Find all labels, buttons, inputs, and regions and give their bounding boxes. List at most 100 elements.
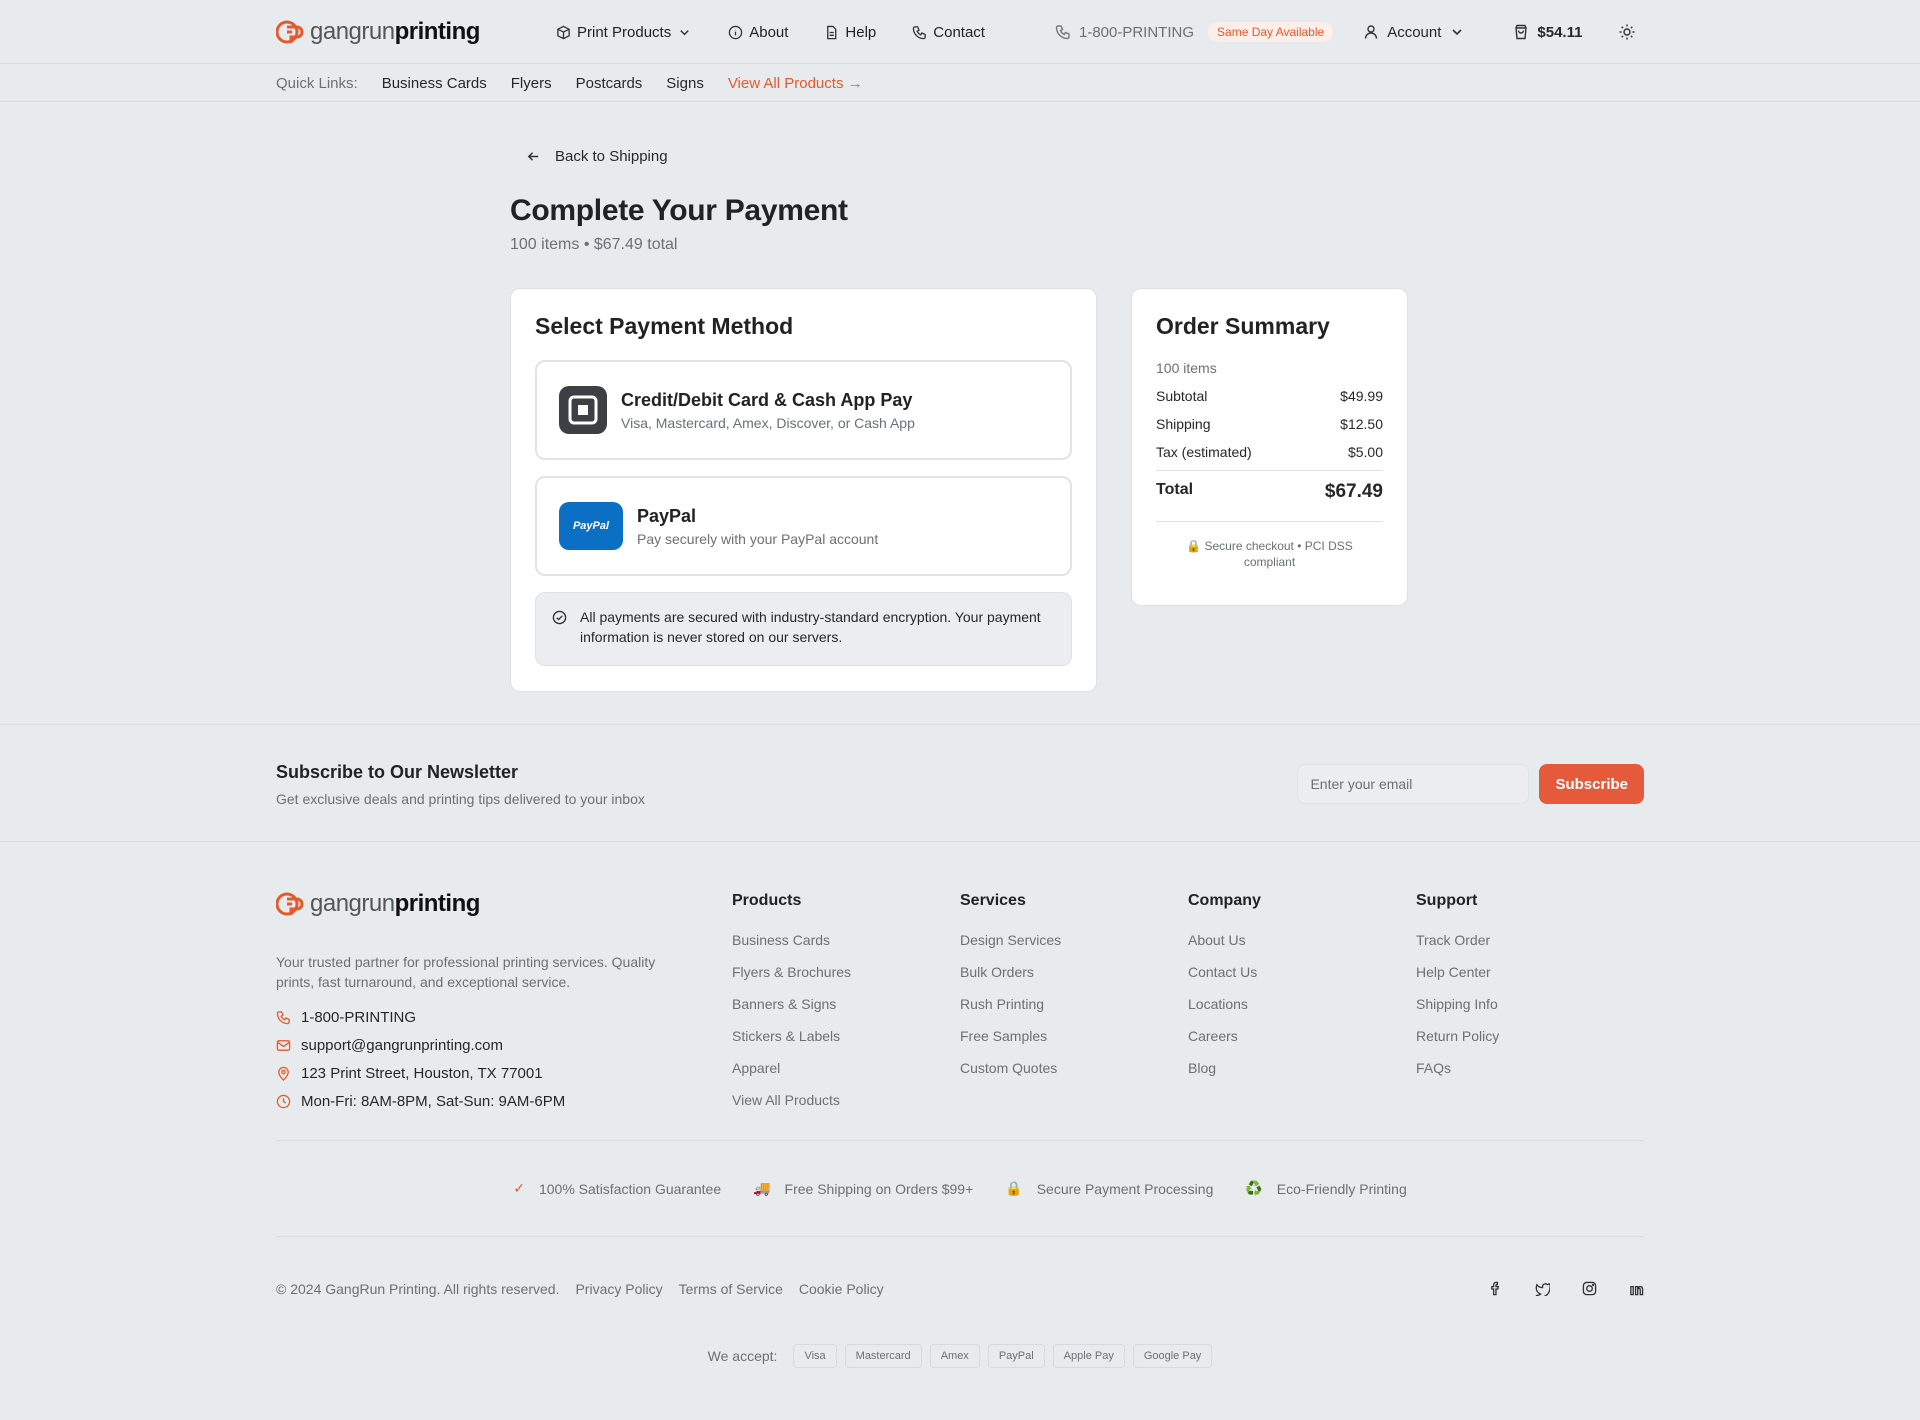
payment-chip: Amex xyxy=(929,1344,980,1368)
contact-phone[interactable]: 1-800-PRINTING xyxy=(276,1008,732,1026)
footer-link[interactable]: Careers xyxy=(1188,1028,1416,1060)
nav-label: Print Products xyxy=(577,23,672,41)
footer-link[interactable]: Business Cards xyxy=(732,932,960,964)
cart-button[interactable]: $54.11 xyxy=(1513,24,1582,41)
footer-col-title: Company xyxy=(1188,892,1261,909)
row-label: Subtotal xyxy=(1156,388,1208,404)
cookie-policy-link[interactable]: Cookie Policy xyxy=(799,1281,884,1297)
facebook-icon[interactable] xyxy=(1488,1281,1503,1296)
footer-link[interactable]: About Us xyxy=(1188,932,1416,964)
order-summary-title: Order Summary xyxy=(1156,313,1330,339)
payment-option-paypal[interactable]: PayPal PayPal Pay securely with your Pay… xyxy=(535,476,1072,576)
clock-icon xyxy=(276,1094,291,1108)
subscribe-button[interactable]: Subscribe xyxy=(1539,764,1644,804)
security-note-text: All payments are secured with industry-s… xyxy=(580,609,1041,645)
main-nav: Print Products About Help Contact xyxy=(556,24,985,41)
footer-link[interactable]: Rush Printing xyxy=(960,996,1188,1028)
footer-col-title: Services xyxy=(960,892,1026,909)
recycle-icon: ♻️ xyxy=(1245,1180,1263,1196)
footer-link[interactable]: Track Order xyxy=(1416,932,1644,964)
payment-option-card[interactable]: Credit/Debit Card & Cash App Pay Visa, M… xyxy=(535,360,1072,460)
newsletter-email-input[interactable] xyxy=(1297,764,1530,804)
footer-link[interactable]: Flyers & Brochures xyxy=(732,964,960,996)
contact-text: 1-800-PRINTING xyxy=(301,1008,417,1026)
footer-link[interactable]: Return Policy xyxy=(1416,1028,1644,1060)
linkedin-icon[interactable] xyxy=(1629,1281,1644,1296)
square-icon xyxy=(559,386,607,434)
total-label: Total xyxy=(1156,481,1194,498)
secure-checkout-text: 🔒 Secure checkout • PCI DSS compliant xyxy=(1186,539,1353,569)
terms-link[interactable]: Terms of Service xyxy=(679,1281,783,1297)
footer-logo[interactable]: gangrun printing xyxy=(276,890,556,918)
nav-help[interactable]: Help xyxy=(824,24,876,41)
phone-icon xyxy=(1055,25,1070,40)
gp-logo-icon xyxy=(276,19,308,45)
footer-brand: gangrun printing Your trusted partner for… xyxy=(276,890,732,1124)
logo-text-b: printing xyxy=(394,890,481,917)
trust-text: 100% Satisfaction Guarantee xyxy=(538,1180,722,1197)
map-pin-icon xyxy=(278,1066,289,1081)
site-footer: gangrun printing Your trusted partner for… xyxy=(0,842,1920,1368)
page-subtitle: 100 items • $67.49 total xyxy=(510,236,678,253)
chevron-down-icon xyxy=(1452,29,1462,36)
footer-link[interactable]: Bulk Orders xyxy=(960,964,1188,996)
quick-link-flyers[interactable]: Flyers xyxy=(511,75,552,92)
footer-link[interactable]: Apparel xyxy=(732,1060,960,1092)
site-header: gangrun printing Print Products About Hel… xyxy=(0,0,1920,64)
newsletter-title: Subscribe to Our Newsletter xyxy=(276,761,519,782)
footer-link[interactable]: Locations xyxy=(1188,996,1416,1028)
footer-link[interactable]: Stickers & Labels xyxy=(732,1028,960,1060)
privacy-policy-link[interactable]: Privacy Policy xyxy=(575,1281,662,1297)
footer-link[interactable]: Blog xyxy=(1188,1060,1416,1092)
trust-item: 🔒 Secure Payment Processing xyxy=(1005,1180,1213,1197)
check-icon: ✓ xyxy=(513,1180,525,1196)
nav-about[interactable]: About xyxy=(728,24,788,41)
lock-icon: 🔒 xyxy=(1005,1180,1023,1196)
sun-icon[interactable] xyxy=(1618,23,1636,41)
row-value: $49.99 xyxy=(1340,388,1383,404)
payment-chip: Google Pay xyxy=(1132,1344,1213,1368)
quick-link-postcards[interactable]: Postcards xyxy=(576,75,643,92)
paypal-logo-icon: PayPal xyxy=(559,502,623,550)
quick-link-signs[interactable]: Signs xyxy=(666,75,704,92)
footer-link[interactable]: Shipping Info xyxy=(1416,996,1644,1028)
payment-chip: Apple Pay xyxy=(1052,1344,1125,1368)
quick-link-view-all[interactable]: View All Products → xyxy=(728,75,863,92)
row-value: $12.50 xyxy=(1340,416,1383,432)
nav-contact[interactable]: Contact xyxy=(912,24,985,41)
footer-link[interactable]: View All Products xyxy=(732,1092,960,1124)
user-icon xyxy=(1365,25,1378,39)
quick-links-bar: Quick Links: Business Cards Flyers Postc… xyxy=(0,64,1920,102)
summary-row-subtotal: Subtotal $49.99 xyxy=(1156,388,1383,404)
nav-print-products[interactable]: Print Products xyxy=(556,24,692,41)
contact-text: support@gangrunprinting.com xyxy=(301,1036,504,1054)
footer-link[interactable]: Help Center xyxy=(1416,964,1644,996)
footer-link[interactable]: Free Samples xyxy=(960,1028,1188,1060)
header-phone[interactable]: 1-800-PRINTING Same Day Available xyxy=(1055,22,1334,42)
quick-link-business-cards[interactable]: Business Cards xyxy=(382,75,487,92)
page-title: Complete Your Payment xyxy=(510,194,848,227)
footer-link[interactable]: Contact Us xyxy=(1188,964,1416,996)
trust-item: ♻️ Eco-Friendly Printing xyxy=(1245,1180,1406,1197)
logo[interactable]: gangrun printing xyxy=(276,18,556,46)
instagram-icon[interactable] xyxy=(1582,1281,1597,1296)
trust-item: 🚚 Free Shipping on Orders $99+ xyxy=(753,1180,973,1197)
box-icon xyxy=(557,25,570,39)
security-note: All payments are secured with industry-s… xyxy=(535,592,1072,666)
footer-link[interactable]: FAQs xyxy=(1416,1060,1644,1092)
shopping-bag-icon xyxy=(1515,24,1528,40)
contact-email[interactable]: support@gangrunprinting.com xyxy=(276,1036,732,1054)
document-icon xyxy=(827,25,837,39)
footer-bottom: © 2024 GangRun Printing. All rights rese… xyxy=(276,1236,1644,1340)
footer-link[interactable]: Custom Quotes xyxy=(960,1060,1188,1092)
truck-icon: 🚚 xyxy=(753,1180,771,1196)
newsletter-form: Subscribe xyxy=(1297,764,1644,804)
account-menu[interactable]: Account xyxy=(1363,24,1465,41)
twitter-icon[interactable] xyxy=(1535,1281,1550,1296)
footer-link[interactable]: Banners & Signs xyxy=(732,996,960,1028)
footer-col-services: Services Design Services Bulk Orders Rus… xyxy=(960,890,1188,1124)
summary-total: Total $67.49 xyxy=(1156,481,1383,503)
footer-link[interactable]: Design Services xyxy=(960,932,1188,964)
total-value: $67.49 xyxy=(1324,481,1383,502)
back-to-shipping-link[interactable]: Back to Shipping xyxy=(510,144,1410,168)
